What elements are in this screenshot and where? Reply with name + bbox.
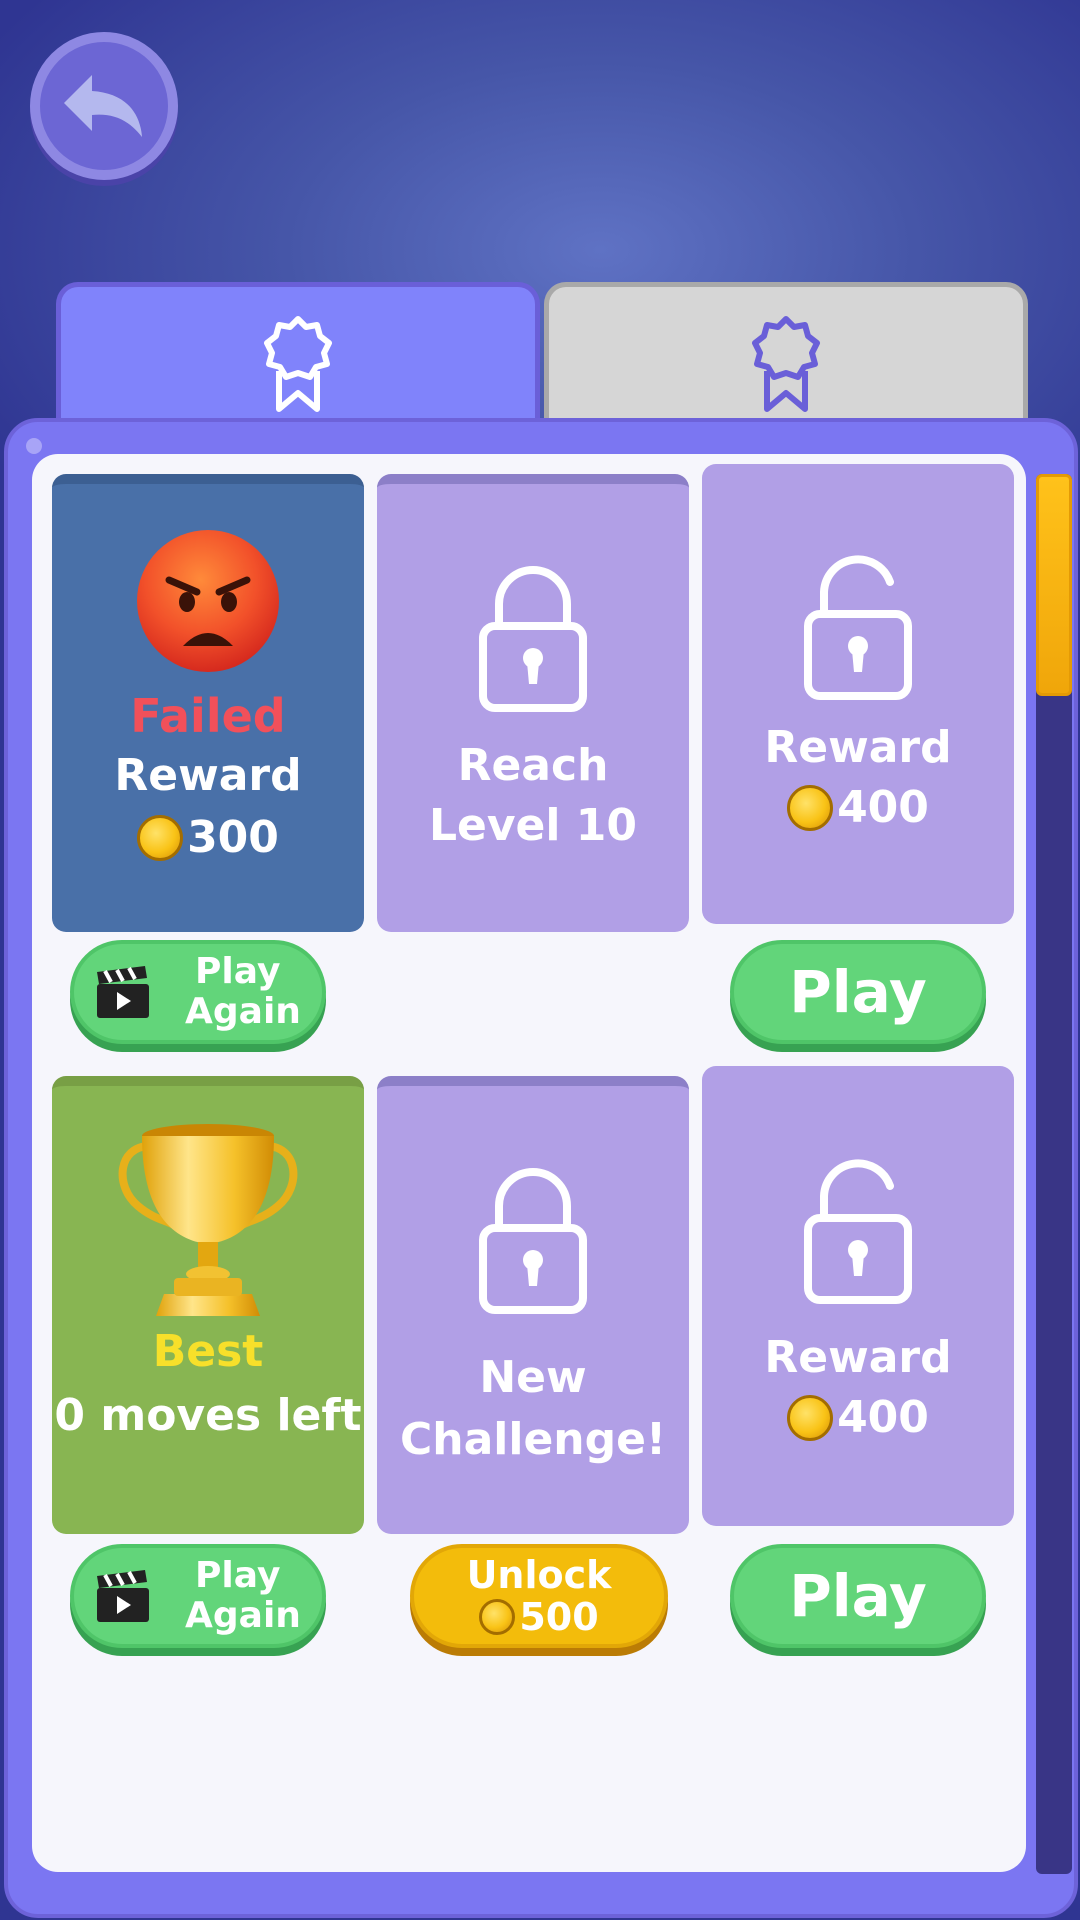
ribbon-badge-icon [752, 316, 820, 412]
play-again-line-1: Play [195, 1555, 281, 1596]
play-again-line-2: Again [185, 991, 301, 1032]
unlocked-lock-icon [804, 555, 912, 700]
requirement-line-1: Reach [457, 740, 609, 791]
coin-icon [479, 1599, 516, 1635]
challenge-grid: Failed Reward 300 Reach Level 10 Reward … [32, 454, 1026, 1872]
moves-left-label: 0 moves left [54, 1390, 362, 1441]
requirement-line-2: Level 10 [428, 800, 638, 851]
back-button[interactable] [30, 32, 178, 180]
unlock-cost-value: 500 [519, 1595, 599, 1639]
reward-amount: 400 [787, 780, 929, 836]
status-label: Failed [130, 689, 286, 743]
reward-label: Reward [114, 750, 302, 801]
coin-value: 300 [187, 812, 279, 863]
unlock-label: Unlock [466, 1553, 612, 1597]
reward-label: Reward [764, 1332, 952, 1383]
challenge-card-best[interactable]: Best 0 moves left [52, 1076, 364, 1534]
scrollbar-thumb[interactable] [1036, 474, 1072, 696]
panel-decoration [26, 438, 42, 454]
requirement-line-1: New [479, 1352, 587, 1403]
tab-challenges-active[interactable] [56, 282, 540, 432]
status-label: Best [152, 1326, 264, 1377]
scrollbar[interactable] [1036, 474, 1072, 1874]
play-again-line-2: Again [185, 1595, 301, 1636]
play-again-button[interactable]: Play Again [70, 1544, 326, 1648]
coin-value: 400 [837, 782, 929, 833]
challenge-card-failed[interactable]: Failed Reward 300 [52, 474, 364, 932]
reward-amount: 300 [137, 810, 279, 866]
requirement-line-2: Challenge! [399, 1414, 667, 1465]
play-label: Play [789, 958, 927, 1026]
lock-icon [479, 566, 587, 712]
tab-achievements[interactable] [544, 282, 1028, 432]
challenge-card-reward[interactable]: Reward 400 [702, 1066, 1014, 1526]
play-button[interactable]: Play [730, 1544, 986, 1648]
clapperboard-icon [97, 1570, 150, 1622]
lock-icon [479, 1168, 587, 1314]
coin-value: 400 [837, 1392, 929, 1443]
ribbon-badge-icon [264, 316, 332, 412]
coin-icon [787, 785, 834, 831]
reward-amount: 400 [787, 1390, 929, 1446]
back-arrow-icon [64, 75, 142, 137]
challenge-card-locked-level: Reach Level 10 [377, 474, 689, 932]
play-again-line-1: Play [195, 951, 281, 992]
reward-label: Reward [764, 722, 952, 773]
trophy-icon [118, 1124, 298, 1316]
coin-icon [137, 815, 184, 861]
challenge-card-reward[interactable]: Reward 400 [702, 464, 1014, 924]
play-again-button[interactable]: Play Again [70, 940, 326, 1044]
challenge-card-locked-new: New Challenge! [377, 1076, 689, 1534]
unlocked-lock-icon [804, 1159, 912, 1304]
unlock-button[interactable]: Unlock 500 [410, 1544, 668, 1648]
play-label: Play [789, 1562, 927, 1630]
unlock-cost: 500 [479, 1595, 599, 1639]
challenge-panel: Failed Reward 300 Reach Level 10 Reward … [4, 418, 1078, 1918]
coin-icon [787, 1395, 834, 1441]
angry-face-icon [137, 530, 279, 672]
play-button[interactable]: Play [730, 940, 986, 1044]
clapperboard-icon [97, 966, 150, 1018]
